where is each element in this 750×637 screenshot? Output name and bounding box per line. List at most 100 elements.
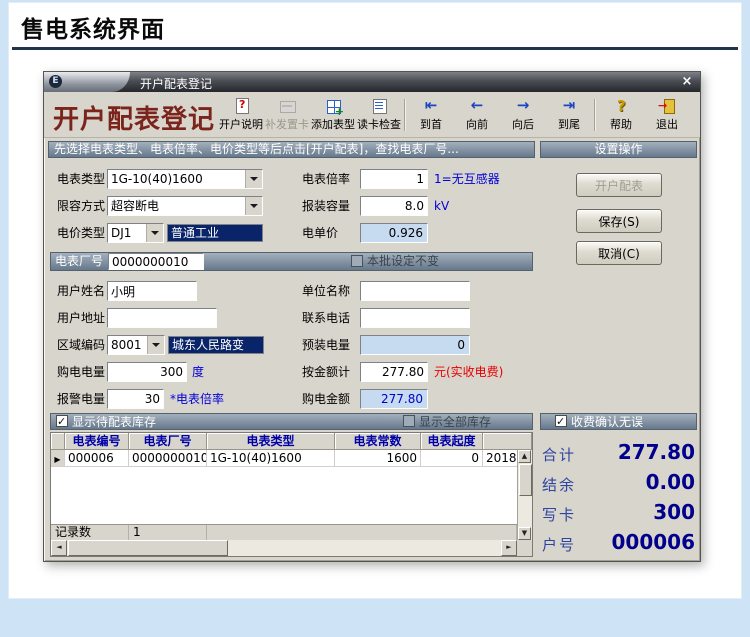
exit-button[interactable]: 退出 [644, 94, 690, 136]
col-header-meter-type[interactable]: 电表类型 [207, 433, 335, 450]
selector-col-header [51, 433, 65, 450]
capacity-label: 报装容量 [302, 196, 350, 216]
col-header-meter-no[interactable]: 电表编号 [65, 433, 129, 450]
toolbar-separator [404, 99, 406, 131]
alarm-qty-hint: *电表倍率 [170, 389, 224, 409]
scroll-down-icon[interactable] [518, 527, 531, 540]
col-header-meter-constant[interactable]: 电表常数 [335, 433, 421, 450]
area-code-select[interactable]: 8001 [107, 335, 165, 355]
phone-input[interactable] [360, 308, 470, 328]
buy-qty-input[interactable] [107, 362, 187, 382]
meter-type-value: 1G-10(40)1600 [108, 170, 245, 188]
summary-label: 写卡 [542, 504, 576, 525]
chevron-down-icon[interactable] [146, 224, 163, 242]
toolbar-button-label: 补发置卡 [265, 116, 309, 132]
user-name-label: 用户姓名 [57, 281, 105, 301]
cancel-button[interactable]: 取消(C) [576, 241, 662, 265]
table-row[interactable]: 000006 0000000010 1G-10(40)1600 1600 0 2… [51, 450, 532, 467]
price-type-name[interactable]: 普通工业 [167, 224, 263, 242]
horizontal-scrollbar-thumb[interactable] [68, 540, 228, 556]
price-type-select[interactable]: DJ1 [107, 223, 164, 243]
scroll-right-icon[interactable] [501, 540, 517, 556]
toolbar-separator [594, 99, 596, 131]
account-guide-button[interactable]: 开户说明 [218, 94, 264, 136]
cell-meter-type: 1G-10(40)1600 [207, 450, 335, 467]
meter-factory-label: 电表厂号 [55, 253, 103, 270]
buy-qty-unit: 度 [192, 362, 204, 382]
scroll-up-icon[interactable] [518, 450, 531, 463]
capacity-input[interactable] [360, 196, 428, 216]
dialog-titlebar[interactable]: E 开户配表登记 × [44, 72, 700, 92]
cell-meter-no: 000006 [65, 450, 129, 467]
company-input[interactable] [360, 281, 470, 301]
preload-label: 预装电量 [302, 335, 350, 355]
toolbar-button-label: 开户说明 [219, 116, 263, 132]
by-amount-input[interactable] [360, 362, 428, 382]
meter-type-select[interactable]: 1G-10(40)1600 [107, 169, 263, 189]
save-button[interactable]: 保存(S) [576, 209, 662, 233]
close-button[interactable]: × [679, 74, 695, 90]
prev-record-button[interactable]: 向前 [454, 94, 500, 136]
preload-field: 0 [360, 335, 470, 355]
col-header-meter-start[interactable]: 电表起度 [421, 433, 483, 450]
limit-mode-label: 限容方式 [57, 196, 105, 216]
toolbar-button-label: 到尾 [558, 116, 580, 132]
phone-label: 联系电话 [302, 308, 350, 328]
show-all-checkbox[interactable] [403, 415, 415, 427]
user-name-input[interactable] [107, 281, 197, 301]
toolbar-brand: 开户配表登记 [53, 99, 215, 136]
fee-confirm-checkbox[interactable] [555, 415, 567, 427]
first-record-button[interactable]: 到首 [408, 94, 454, 136]
reissue-card-button[interactable]: 补发置卡 [264, 94, 310, 136]
toolbar-button-label: 帮助 [610, 116, 632, 132]
settings-header: 设置操作 [540, 141, 697, 158]
meter-ratio-label: 电表倍率 [302, 169, 350, 189]
batch-fixed-checkbox[interactable] [351, 255, 363, 267]
alarm-qty-input[interactable] [107, 389, 164, 409]
add-meter-type-button[interactable]: 添加表型 [310, 94, 356, 136]
horizontal-scrollbar[interactable] [51, 540, 517, 556]
show-pending-label: 显示待配表库存 [72, 414, 156, 431]
address-label: 用户地址 [57, 308, 105, 328]
help-button[interactable]: 帮助 [598, 94, 644, 136]
app-logo-icon: E [49, 75, 62, 88]
unit-price-field: 0.926 [360, 223, 428, 243]
assign-meter-button[interactable]: 开户配表 [576, 173, 662, 197]
vertical-scrollbar-thumb[interactable] [519, 464, 532, 496]
limit-mode-select[interactable]: 超容断电 [107, 196, 263, 216]
table-footer: 记录数 1 [51, 524, 517, 540]
show-pending-checkbox[interactable] [56, 415, 68, 427]
row-selector-icon [51, 450, 65, 467]
address-input[interactable] [107, 308, 217, 328]
next-record-button[interactable]: 向后 [500, 94, 546, 136]
summary-row-balance: 结余 0.00 [540, 468, 697, 498]
help-icon [612, 98, 630, 114]
buy-amount-label: 购电金额 [302, 389, 350, 409]
summary-value: 000006 [612, 530, 696, 554]
summary-label: 合计 [542, 444, 576, 465]
record-count-label: 记录数 [51, 525, 129, 540]
col-header-extra [483, 433, 532, 450]
content-card: 售电系统界面 E 开户配表登记 × 开户配表登记 开户说明 补发置卡 [8, 2, 742, 599]
chevron-down-icon[interactable] [245, 170, 262, 188]
col-header-factory-no[interactable]: 电表厂号 [129, 433, 207, 450]
meter-factory-no-input[interactable] [108, 253, 204, 270]
exit-icon [658, 98, 676, 114]
dialog-title: 开户配表登记 [140, 75, 212, 92]
meter-ratio-hint: 1=无互感器 [434, 169, 500, 189]
chevron-down-icon[interactable] [245, 197, 262, 215]
chevron-down-icon[interactable] [147, 336, 164, 354]
read-card-check-button[interactable]: 读卡检查 [356, 94, 402, 136]
area-name[interactable]: 城东人民路变 [168, 336, 264, 354]
toolbar-button-label: 读卡检查 [357, 116, 401, 132]
scroll-left-icon[interactable] [51, 540, 67, 556]
cell-factory-no: 0000000010 [129, 450, 207, 467]
stock-filter-bar: 显示待配表库存 显示全部库存 [50, 413, 533, 430]
scrollbar-corner [517, 540, 532, 556]
hint-bar: 先选择电表类型、电表倍率、电价类型等后点击[开户配表]，查找电表厂号... [48, 141, 535, 158]
vertical-scrollbar[interactable] [517, 450, 532, 540]
area-code-value: 8001 [108, 336, 147, 354]
summary-value: 300 [653, 500, 695, 524]
last-record-button[interactable]: 到尾 [546, 94, 592, 136]
meter-ratio-input[interactable] [360, 169, 428, 189]
